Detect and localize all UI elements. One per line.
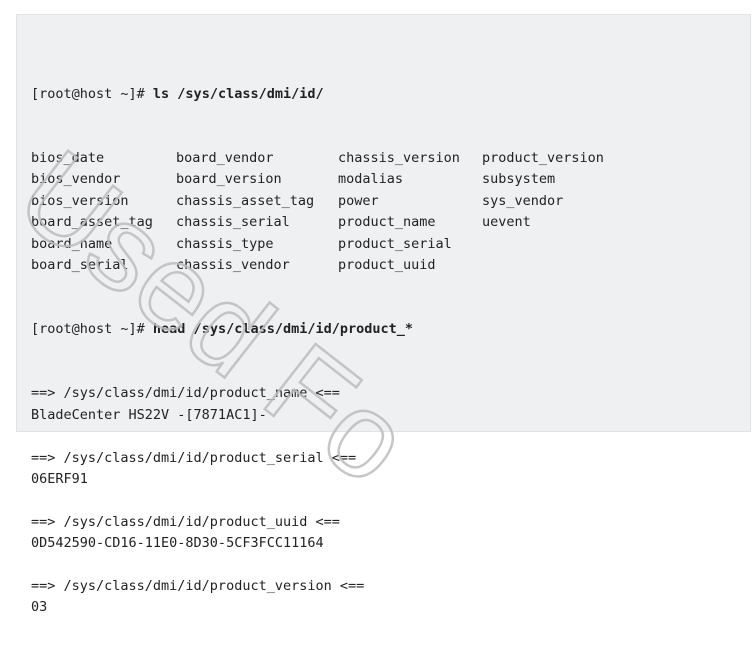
ls-row: board_name chassis_type product_serial xyxy=(31,234,622,255)
head-output-line: 0D542590-CD16-11E0-8D30-5CF3FCC11164 xyxy=(31,535,324,552)
ls-row: bios_date board_vendor chassis_version prod… xyxy=(31,148,622,169)
ls-entry: chassis_version xyxy=(338,150,460,167)
ls-entry: product_name xyxy=(338,214,436,231)
ls-entry: board_vendor xyxy=(176,150,274,167)
command-ls: ls /sys/class/dmi/id/ xyxy=(152,85,324,102)
head-output-line: BladeCenter HS22V -[7871AC1]- xyxy=(31,406,267,423)
ls-entry: modalias xyxy=(338,171,404,188)
ls-entry: bios_date xyxy=(31,150,105,167)
shell-prompt: [root@host ~]# xyxy=(31,321,153,338)
head-output: ==> /sys/class/dmi/id/product_name <== Bl… xyxy=(31,383,622,618)
head-output-line xyxy=(31,426,622,447)
ls-entry: uevent xyxy=(482,214,531,231)
head-output-line: 06ERF91 xyxy=(31,470,88,487)
terminal-output: [root@host ~]# ls /sys/class/dmi/id/ bio… xyxy=(31,41,622,661)
head-output-line: 03 xyxy=(31,599,48,616)
ls-entry: board_serial xyxy=(31,256,129,273)
ls-row: board_serial chassis_vendor product_uuid xyxy=(31,255,622,276)
ls-entry xyxy=(482,255,622,276)
ls-entry: board_asset_tag xyxy=(31,214,153,231)
ls-entry: sys_vendor xyxy=(482,192,564,209)
ls-entry: board_name xyxy=(31,235,113,252)
ls-entry: chassis_asset_tag xyxy=(176,192,315,209)
ls-entry: power xyxy=(338,192,379,209)
ls-entry: bios_vendor xyxy=(31,171,121,188)
head-output-line xyxy=(31,490,622,511)
ls-entry: chassis_type xyxy=(176,235,274,252)
ls-row: bios_version chassis_asset_tag power sys_ve… xyxy=(31,191,622,212)
ls-entry: bios_version xyxy=(31,192,129,209)
head-output-line: ==> /sys/class/dmi/id/product_name <== xyxy=(31,385,340,402)
terminal-window[interactable]: [root@host ~]# ls /sys/class/dmi/id/ bio… xyxy=(16,14,751,615)
head-output-line xyxy=(31,555,622,576)
ls-entry xyxy=(482,234,622,255)
ls-row: bios_vendor board_version modalias subsyste… xyxy=(31,169,622,190)
ls-output: bios_date board_vendor chassis_version prod… xyxy=(31,148,622,276)
ls-entry: subsystem xyxy=(482,171,556,188)
head-output-line: ==> /sys/class/dmi/id/product_uuid <== xyxy=(31,513,340,530)
head-output-line: ==> /sys/class/dmi/id/product_serial <== xyxy=(31,449,357,466)
shell-prompt: [root@host ~]# xyxy=(31,85,153,102)
head-output-line: ==> /sys/class/dmi/id/product_version <=… xyxy=(31,577,365,594)
ls-entry: chassis_serial xyxy=(176,214,290,231)
ls-entry: product_serial xyxy=(338,235,452,252)
ls-entry: board_version xyxy=(176,171,282,188)
ls-row: board_asset_tag chassis_serial product_nam… xyxy=(31,212,622,233)
ls-entry: product_uuid xyxy=(338,256,436,273)
command-head: head /sys/class/dmi/id/product_* xyxy=(152,321,414,338)
ls-entry: chassis_vendor xyxy=(176,256,290,273)
ls-entry: product_version xyxy=(482,150,604,167)
prompt-line-ls: [root@host ~]# ls /sys/class/dmi/id/ xyxy=(31,84,622,105)
prompt-line-head: [root@host ~]# head /sys/class/dmi/id/pr… xyxy=(31,319,622,340)
